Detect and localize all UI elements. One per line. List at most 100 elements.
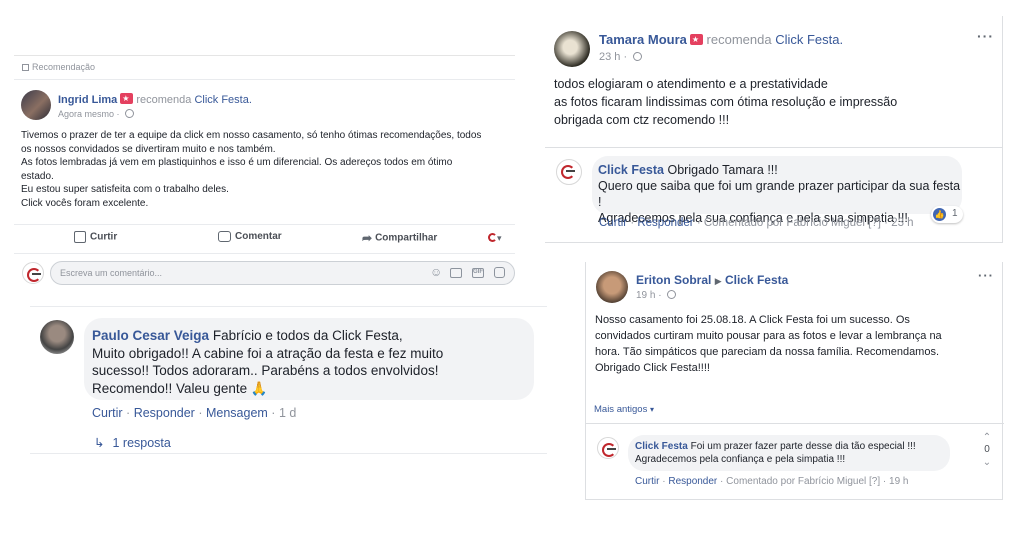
divider (14, 224, 515, 225)
message-link[interactable]: Mensagem (206, 406, 268, 420)
like-link[interactable]: Curtir (92, 406, 123, 420)
comment-actions: Curtir · Responder · Comentado por Fabrí… (599, 217, 914, 229)
body-line: Obrigado Click Festa!!!! (595, 362, 710, 374)
divider (586, 423, 1004, 424)
avatar[interactable] (554, 31, 590, 67)
commented-by: Comentado por Fabrício Miguel (703, 217, 865, 229)
comment-author[interactable]: Paulo Cesar Veiga (92, 328, 209, 343)
chevron-down-icon: ▾ (497, 233, 502, 243)
comment-time[interactable]: 19 h (889, 476, 908, 487)
post-time: 19 h · (636, 290, 677, 301)
author-name[interactable]: Tamara Moura (599, 32, 687, 47)
recommends-text: recomenda (706, 32, 772, 47)
post-author-line: Eriton Sobral ▶ Click Festa (636, 273, 788, 287)
comment-line: Quero que saiba que foi um grande prazer… (598, 179, 961, 209)
post-time: 23 h · (599, 51, 643, 63)
comment-line: Obrigado Tamara !!! (667, 163, 778, 177)
share-button[interactable]: ➦ Compartilhar (362, 231, 437, 245)
avatar[interactable] (596, 271, 628, 303)
page-selector[interactable]: ▾ (488, 233, 502, 244)
timestamp[interactable]: 19 h (636, 290, 655, 301)
body-line: estado. (21, 170, 54, 182)
comment-author[interactable]: Click Festa (635, 441, 688, 452)
vote-widget: ⌃ 0 ⌄ (981, 432, 993, 468)
body-line: Nosso casamento foi 25.08.18. A Click Fe… (595, 314, 910, 326)
commented-by-help[interactable]: [?] (868, 217, 881, 229)
reply-link[interactable]: Responder (134, 406, 195, 420)
avatar[interactable] (21, 90, 51, 120)
like-reaction-icon: 👍 (933, 208, 946, 221)
body-line: As fotos lembradas já vem em plastiquinh… (21, 157, 453, 168)
comment-placeholder: Escreva um comentário... (60, 268, 163, 278)
comment-bubble: Paulo Cesar Veiga Fabrício e todos da Cl… (84, 318, 534, 400)
click-festa-logo-icon (597, 437, 619, 459)
comment-text: Click Festa Foi um prazer fazer parte de… (635, 440, 916, 466)
like-label: Curtir (90, 231, 118, 243)
post-author-line: Ingrid Lima recomenda Click Festa. (58, 93, 252, 106)
post-time: Agora mesmo · (58, 109, 135, 119)
recommends-text: recomenda (136, 94, 192, 106)
body-line: Click vocês foram excelente. (21, 197, 149, 209)
comment-button[interactable]: Comentar (218, 231, 282, 242)
click-festa-logo-icon (556, 159, 582, 185)
upvote-icon[interactable]: ⌃ (981, 432, 993, 443)
like-button[interactable]: Curtir (74, 231, 117, 243)
reaction-count: 1 (952, 208, 958, 219)
more-options-icon[interactable]: ··· (977, 28, 994, 44)
emoji-icon[interactable]: ☺ (430, 265, 442, 279)
sticker-icon[interactable] (494, 267, 505, 278)
body-line: convidados curtiram muito pousar para as… (595, 330, 942, 342)
author-name[interactable]: Ingrid Lima (58, 94, 117, 106)
reply-link[interactable]: Responder (637, 217, 693, 229)
comment-time[interactable]: 1 d (279, 406, 296, 420)
recommendation-header: Recomendação (22, 62, 95, 72)
timestamp[interactable]: 23 h (599, 51, 620, 63)
timestamp[interactable]: Agora mesmo (58, 109, 114, 119)
like-link[interactable]: Curtir (599, 217, 627, 229)
recommendation-icon (22, 64, 29, 71)
speech-bubble-icon (218, 231, 231, 242)
triangle-right-icon: ▶ (714, 276, 722, 286)
click-festa-logo-icon (22, 262, 44, 284)
page-link[interactable]: Click Festa. (194, 94, 251, 106)
reply-link[interactable]: Responder (668, 476, 717, 487)
body-line: as fotos ficaram lindissimas com ótima r… (554, 95, 898, 109)
author-name[interactable]: Eriton Sobral (636, 273, 711, 287)
post-card-tamara: Tamara Moura recomenda Click Festa. 23 h… (545, 16, 1003, 243)
comment-bubble: Click Festa Foi um prazer fazer parte de… (628, 435, 950, 471)
comment-time[interactable]: 23 h (891, 217, 913, 229)
comment-author[interactable]: Click Festa (598, 163, 664, 177)
comment-label: Comentar (235, 231, 282, 243)
gif-icon[interactable]: GIF (472, 268, 484, 278)
page-link[interactable]: Click Festa. (775, 32, 843, 47)
commented-by: Comentado por Fabrício Miguel (726, 476, 867, 487)
comment-input[interactable]: Escreva um comentário... ☺ GIF (50, 261, 515, 285)
divider (545, 147, 1003, 148)
thumbs-up-icon (74, 231, 86, 243)
body-line: hora. Tão simpáticos que pareciam da nos… (595, 346, 940, 358)
divider (14, 253, 515, 254)
downvote-icon[interactable]: ⌄ (981, 457, 993, 468)
post-body: todos elogiaram o atendimento e a presta… (554, 75, 897, 129)
post-author-line: Tamara Moura recomenda Click Festa. (599, 32, 843, 47)
chevron-down-icon: ▾ (649, 405, 654, 414)
click-festa-mini-logo-icon (488, 233, 497, 242)
post-body: Nosso casamento foi 25.08.18. A Click Fe… (595, 312, 942, 376)
comment-line: Recomendo!! Valeu gente 🙏 (92, 380, 268, 396)
vote-count: 0 (984, 444, 990, 455)
older-comments-label: Mais antigos (594, 404, 648, 415)
commented-by-help[interactable]: [?] (869, 476, 880, 487)
comment-line: Foi um prazer fazer parte desse dia tão … (690, 441, 916, 452)
globe-icon (667, 290, 677, 299)
camera-icon[interactable] (450, 268, 462, 278)
globe-icon (633, 52, 643, 61)
like-link[interactable]: Curtir (635, 476, 659, 487)
replies-link[interactable]: ↳ 1 resposta (94, 435, 171, 450)
body-line: Eu estou super satisfeita com o trabalho… (21, 184, 229, 195)
avatar[interactable] (40, 320, 74, 354)
replies-count: 1 resposta (112, 436, 171, 450)
older-comments-link[interactable]: Mais antigos ▾ (594, 404, 654, 415)
reaction-summary[interactable]: 👍 1 (931, 206, 963, 223)
page-link[interactable]: Click Festa (725, 273, 788, 287)
more-options-icon[interactable]: ··· (978, 268, 994, 283)
